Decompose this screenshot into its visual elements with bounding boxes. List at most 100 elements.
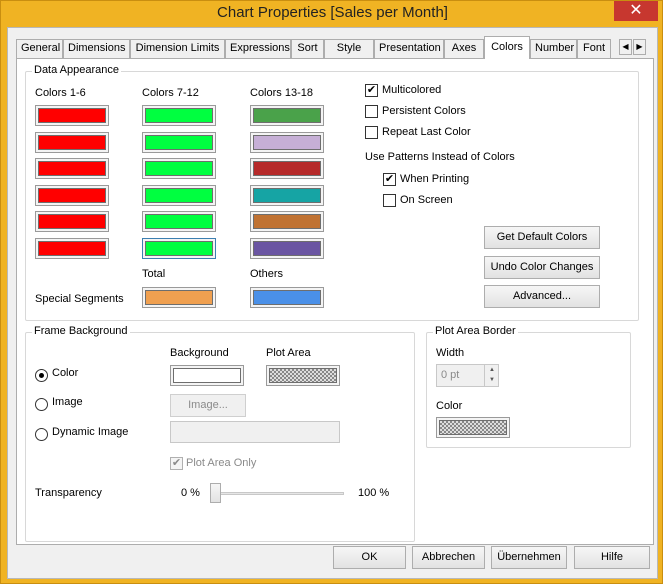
color-swatch [38,240,106,256]
colors-1-6-label: Colors 1-6 [35,87,86,99]
transparency-slider-track[interactable] [210,492,344,495]
color-swatch [145,214,213,229]
tab-scroll-right-icon[interactable]: ▶ [633,39,646,55]
colors-1-6-swatch-button-1[interactable] [35,105,109,126]
others-color-swatch [253,290,321,305]
colors-panel: Data Appearance Colors 1-6 Colors 7-12 C… [16,58,654,545]
dialog-client: General Dimensions Dimension Limits Expr… [7,27,658,579]
colors-1-6-swatch-button-6[interactable] [35,237,109,259]
repeat-last-color-label: Repeat Last Color [382,126,471,138]
colors-1-6-swatch-button-5[interactable] [35,211,109,232]
tab-font[interactable]: Font [577,39,611,58]
image-radio[interactable] [35,398,48,411]
color-swatch [145,134,213,150]
title-bar: Chart Properties [Sales per Month] ✕ [1,1,663,27]
total-color-button[interactable] [142,287,216,308]
border-color-button[interactable] [436,417,510,438]
tab-dimensions[interactable]: Dimensions [63,39,130,58]
multicolored-checkbox[interactable]: ✔ [365,84,378,97]
total-color-swatch [145,290,213,305]
tab-colors[interactable]: Colors [484,36,530,59]
tab-number[interactable]: Number [530,39,577,58]
plot-area-color-button[interactable] [266,365,340,386]
border-color-pattern-swatch [439,420,507,435]
spin-down-icon[interactable]: ▼ [485,375,499,385]
spin-up-icon[interactable]: ▲ [485,365,499,375]
colors-7-12-label: Colors 7-12 [142,87,199,99]
plot-area-only-label: Plot Area Only [186,457,257,469]
when-printing-label: When Printing [400,173,470,185]
tab-general[interactable]: General [16,39,63,58]
colors-1-6-swatch-button-4[interactable] [35,184,109,206]
on-screen-label: On Screen [400,194,453,206]
color-swatch [253,161,321,176]
apply-button[interactable]: Übernehmen [491,546,567,569]
color-swatch [253,134,321,150]
tab-expressions[interactable]: Expressions [225,39,291,58]
color-swatch [253,187,321,203]
transparency-max-label: 100 % [358,487,390,499]
dynamic-image-input[interactable] [170,421,340,443]
tab-dimension-limits[interactable]: Dimension Limits [130,39,225,58]
tab-style[interactable]: Style [324,39,374,58]
color-swatch [38,187,106,203]
colors-7-12-swatch-button-3[interactable] [142,158,216,179]
use-patterns-label: Use Patterns Instead of Colors [365,151,515,163]
tab-presentation[interactable]: Presentation [374,39,444,58]
transparency-slider-thumb[interactable] [210,483,221,503]
background-color-button[interactable] [170,365,244,386]
undo-color-changes-button[interactable]: Undo Color Changes [484,256,600,279]
color-swatch [38,214,106,229]
ok-button[interactable]: OK [333,546,406,569]
background-label: Background [170,347,229,359]
colors-7-12-swatch-button-6[interactable] [142,237,216,259]
repeat-last-color-checkbox[interactable] [365,126,378,139]
border-width-spin[interactable]: ▲ ▼ [484,365,498,386]
total-label: Total [142,268,166,280]
colors-13-18-swatch-button-1[interactable] [250,105,324,126]
color-swatch [38,134,106,150]
image-button[interactable]: Image... [170,394,246,417]
colors-7-12-swatch-button-2[interactable] [142,131,216,153]
colors-1-6-swatch-button-3[interactable] [35,158,109,179]
tab-scroll-left-icon[interactable]: ◀ [619,39,632,55]
transparency-min-label: 0 % [181,487,200,499]
plot-area-label: Plot Area [266,347,311,359]
help-button[interactable]: Hilfe [574,546,650,569]
tab-sort[interactable]: Sort [291,39,324,58]
border-width-label: Width [436,347,465,359]
color-swatch [253,108,321,123]
colors-13-18-swatch-button-3[interactable] [250,158,324,179]
colors-7-12-swatch-button-1[interactable] [142,105,216,126]
transparency-label: Transparency [35,487,102,499]
plot-area-only-checkbox[interactable]: ✔ [170,457,183,470]
border-width-stepper[interactable]: 0 pt ▲ ▼ [436,364,499,387]
dynamic-image-radio[interactable] [35,428,48,441]
colors-13-18-swatch-button-4[interactable] [250,184,324,206]
color-radio[interactable] [35,369,48,382]
colors-13-18-swatch-button-5[interactable] [250,211,324,232]
colors-7-12-swatch-button-4[interactable] [142,184,216,206]
background-color-swatch [173,368,241,383]
frame-background-group: Frame Background Background Plot Area Co… [25,325,415,542]
colors-1-6-swatch-button-2[interactable] [35,131,109,153]
close-button[interactable]: ✕ [614,1,658,21]
color-swatch [38,161,106,176]
color-swatch [253,240,321,256]
special-segments-label: Special Segments [35,293,124,305]
colors-13-18-swatch-button-2[interactable] [250,131,324,153]
on-screen-checkbox[interactable] [383,194,396,207]
colors-13-18-swatch-button-6[interactable] [250,237,324,259]
colors-13-18-label: Colors 13-18 [250,87,313,99]
others-color-button[interactable] [250,287,324,308]
dynamic-image-radio-label: Dynamic Image [52,426,129,438]
colors-7-12-swatch-button-5[interactable] [142,211,216,232]
advanced-button[interactable]: Advanced... [484,285,600,308]
cancel-button[interactable]: Abbrechen [412,546,485,569]
dialog-window: Chart Properties [Sales per Month] ✕ Gen… [0,0,663,584]
tab-axes[interactable]: Axes [444,39,484,58]
image-radio-label: Image [52,396,83,408]
persistent-colors-checkbox[interactable] [365,105,378,118]
get-default-colors-button[interactable]: Get Default Colors [484,226,600,249]
when-printing-checkbox[interactable]: ✔ [383,173,396,186]
